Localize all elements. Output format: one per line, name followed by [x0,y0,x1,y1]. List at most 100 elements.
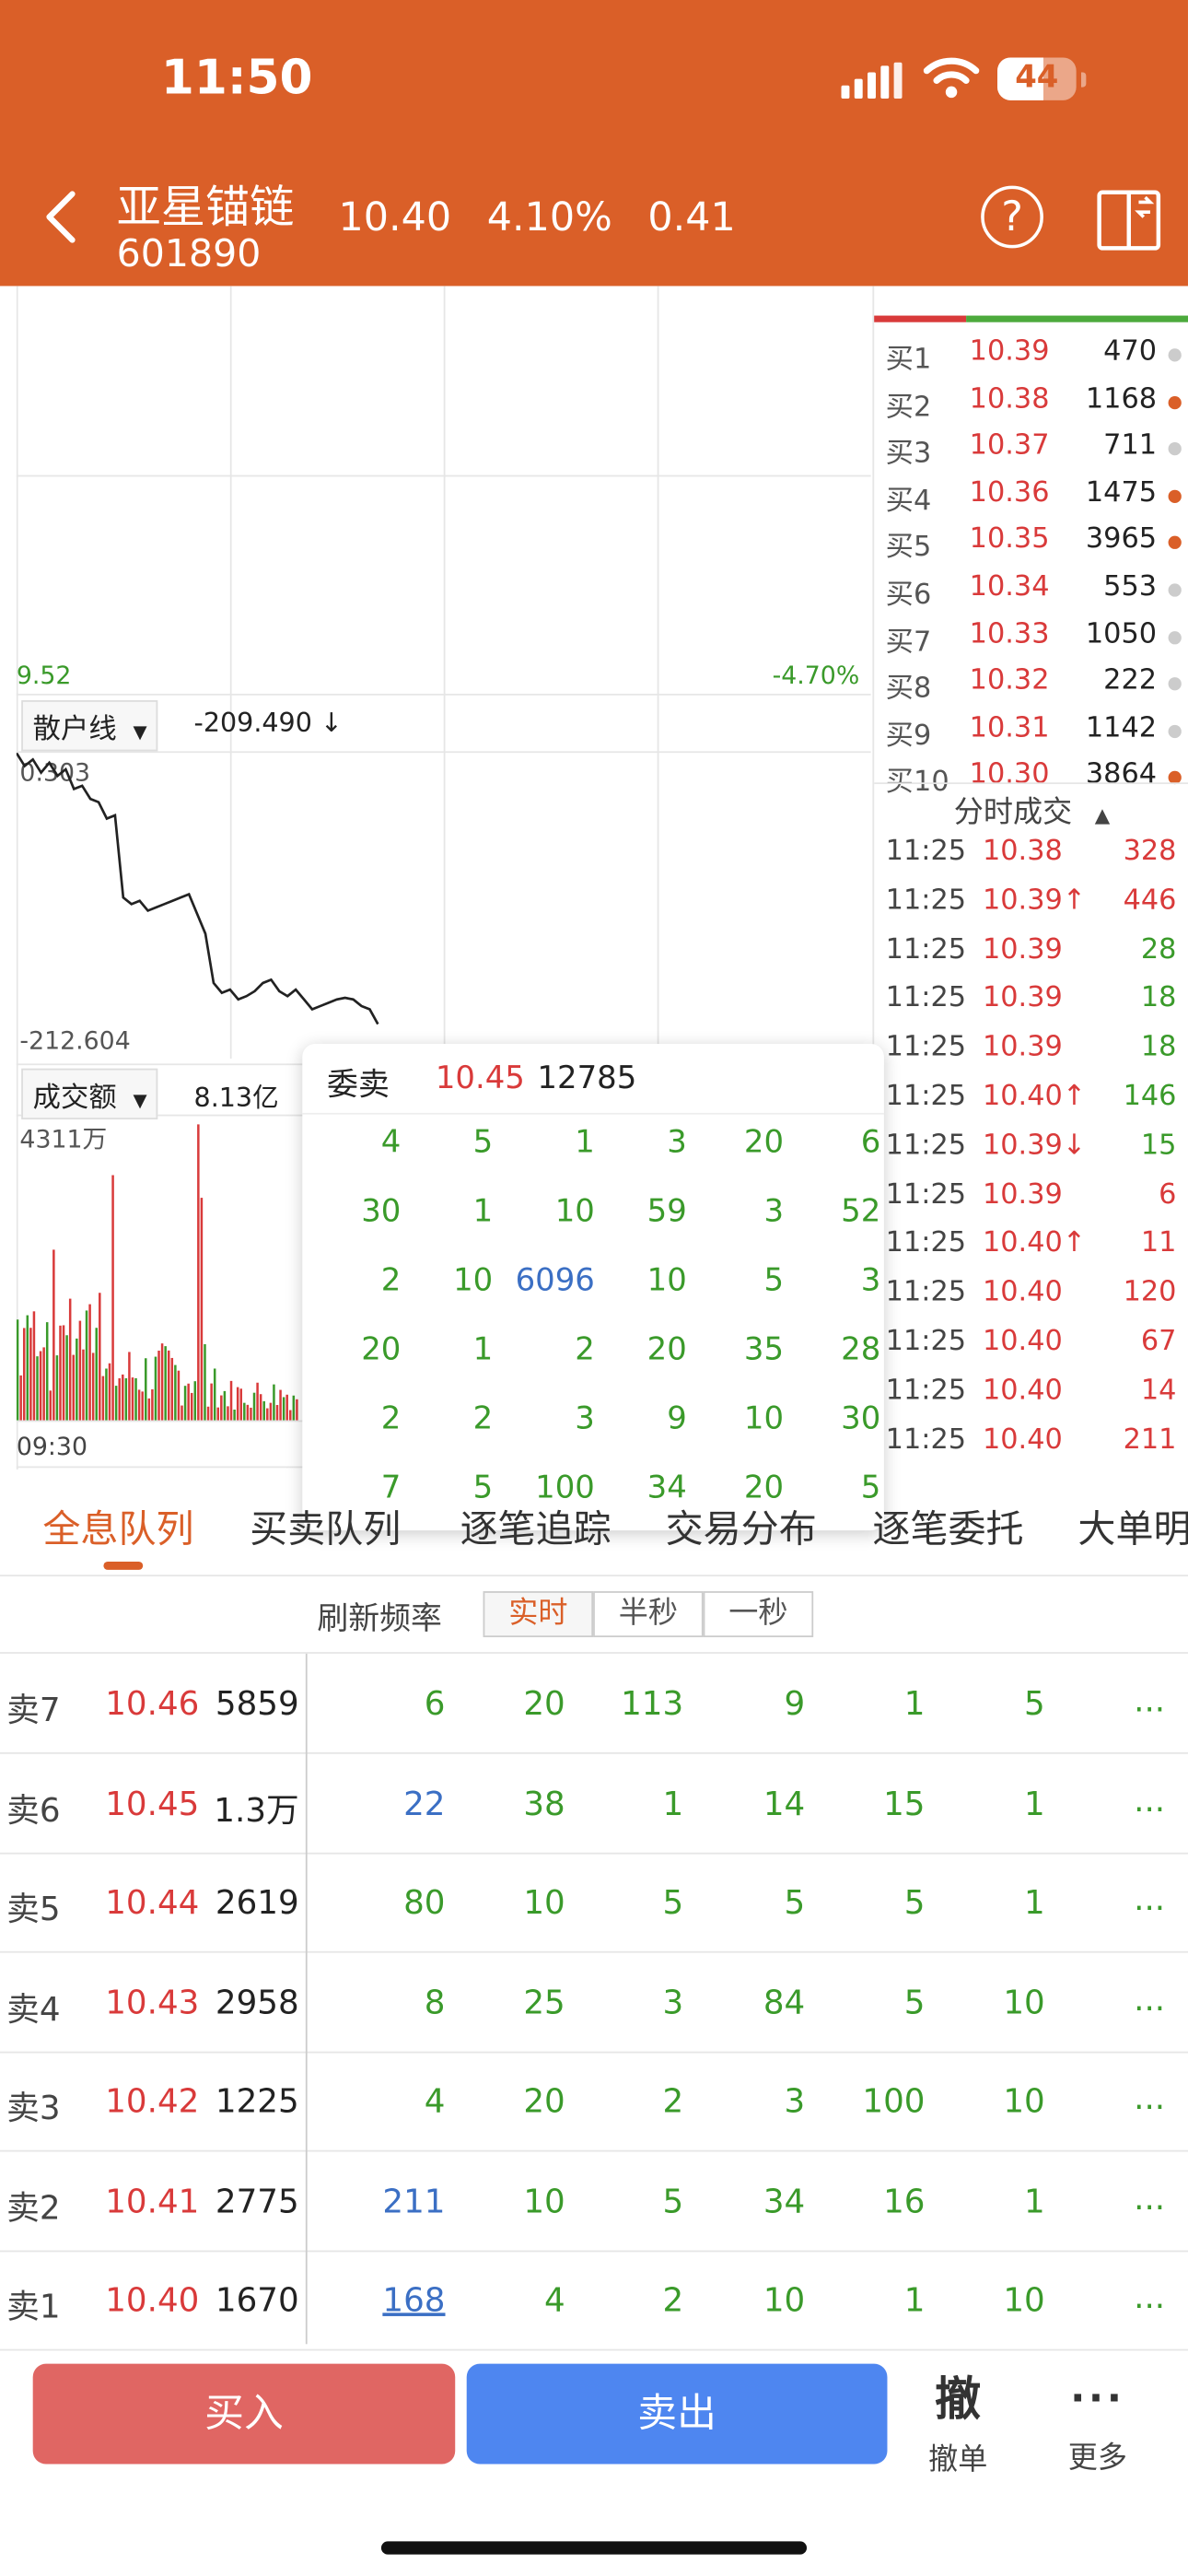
queue-more-icon[interactable]: ... [1134,2177,1165,2217]
tick-price: 10.39 [982,1031,1063,1064]
popup-queue-cell: 2 [380,1262,402,1299]
turnover-bar [246,1404,250,1421]
turnover-bar [68,1298,72,1421]
queue-row[interactable]: 卖5 10.44 2619 80 10 5 5 5 1... [0,1853,1188,1953]
tab-4[interactable]: 交易分布 [666,1497,817,1553]
bid-row[interactable]: 买1 10.39 470 [874,335,1188,381]
tick-time: 11:25 [885,1423,967,1457]
bid-label: 买1 [885,343,932,377]
tab-6[interactable]: 大单明细 [1077,1497,1188,1553]
help-icon[interactable]: ? [981,185,1043,249]
bid-label: 买8 [885,673,932,706]
tab-2[interactable]: 买卖队列 [250,1497,401,1553]
popup-queue-cell: 20 [743,1124,785,1161]
queue-volume: 2958 [215,1981,299,2021]
bid-row[interactable]: 买4 10.36 1475 [874,476,1188,522]
refresh-option-one-second[interactable]: 一秒 [703,1591,814,1638]
bid-row[interactable]: 买5 10.35 3965 [874,523,1188,569]
battery-icon: 44 [997,57,1087,100]
indicator-1-name: 散户线 [32,713,117,747]
bid-row[interactable]: 买8 10.32 222 [874,664,1188,710]
tick-price: 10.39↑ [982,884,1087,918]
bid-price: 10.30 [969,758,1050,791]
queue-order-cell: 14 [763,1782,806,1822]
back-arrow-icon[interactable] [36,184,86,250]
refresh-option-half-second[interactable]: 半秒 [593,1591,704,1638]
popup-queue-cell: 3 [575,1400,595,1437]
tick-row: 11:25 10.40 14 [874,1374,1188,1423]
cancel-icon: 撤 [935,2371,982,2427]
change-percent: 4.10% [486,193,612,240]
stock-name: 亚星锚链 [116,182,295,234]
indicator-1-line [16,753,379,1025]
turnover-bar [45,1322,49,1421]
bid-row[interactable]: 买3 10.37 711 [874,429,1188,475]
status-time: 11:50 [160,49,313,106]
tick-time: 11:25 [885,1325,967,1358]
chevron-down-icon: ▼ [133,721,147,744]
popup-volume: 12785 [537,1060,637,1097]
buy-button[interactable]: 买入 [32,2363,456,2465]
tick-volume: 67 [1140,1325,1177,1358]
turnover-bar [200,1198,204,1421]
sell-queue-popup[interactable]: 委卖 10.45 12785 4 5 1 3 20 6 30 1 10 59 3 52 2 10 6096 1… [302,1043,884,1531]
tab-5[interactable]: 逐笔委托 [872,1497,1023,1553]
turnover-bar [42,1347,45,1421]
tab-3[interactable]: 逐笔追踪 [460,1497,611,1553]
tick-price: 10.40 [982,1275,1063,1309]
queue-more-icon[interactable]: ... [1134,1680,1165,1719]
bid-row[interactable]: 买2 10.38 1168 [874,382,1188,428]
turnover-bar [279,1389,282,1421]
layout-switch-icon[interactable] [1096,186,1161,252]
queue-row[interactable]: 卖1 10.40 1670 168 4 2 10 1 10... [0,2251,1188,2351]
status-dot-icon [1168,677,1182,691]
tick-price: 10.40 [982,1325,1063,1358]
queue-row[interactable]: 卖3 10.42 1225 4 20 2 3 100 10... [0,2052,1188,2152]
popup-queue-cell: 28 [841,1331,881,1368]
bid-row[interactable]: 买9 10.31 1142 [874,711,1188,757]
turnover-bar [160,1343,164,1421]
bid-row[interactable]: 买7 10.33 1050 [874,617,1188,663]
queue-more-icon[interactable]: ... [1134,1879,1165,1918]
queue-row[interactable]: 卖4 10.43 2958 8 25 3 84 5 10... [0,1952,1188,2053]
ticks-title[interactable]: 分时成交 ▲ [874,789,1188,831]
indicator-select-2[interactable]: 成交额 ▼ [21,1068,159,1120]
more-label: 更多 [1067,2441,1127,2476]
tab-1[interactable]: 全息队列 [42,1497,193,1553]
refresh-option-realtime[interactable]: 实时 [483,1591,594,1638]
queue-order-cell: 211 [382,2180,446,2220]
queue-volume: 1225 [215,2080,299,2121]
queue-order-cell: 4 [544,2279,565,2320]
cancel-order-button[interactable]: 撤 撤单 [912,2364,1004,2479]
popup-queue-cell: 10 [453,1262,494,1299]
queue-order-cell: 2 [662,2279,684,2320]
popup-header: 委卖 10.45 12785 [302,1044,884,1115]
turnover-bar [282,1397,285,1421]
tick-time: 11:25 [885,1177,967,1212]
turnover-bar [32,1311,36,1421]
queue-order-cell: 3 [662,1981,684,2021]
header-bar: 11:50 44 亚星锚链 601890 10.40 4.10% 0.41 ? [0,0,1188,287]
queue-more-icon[interactable]: ... [1134,2277,1165,2316]
queue-row[interactable]: 卖7 10.46 5859 6 20 113 9 1 5... [0,1654,1188,1754]
tick-volume: 446 [1123,884,1177,918]
turnover-bar [197,1124,200,1421]
queue-order-cell: 6 [424,1683,446,1723]
queue-more-icon[interactable]: ... [1134,1779,1165,1819]
more-button[interactable]: ··· 更多 [1052,2375,1144,2477]
queue-more-icon[interactable]: ... [1134,2078,1165,2117]
queue-level-label: 卖6 [6,1789,61,1829]
refresh-label: 刷新频率 [317,1600,442,1638]
bid-price: 10.36 [969,476,1050,509]
bid-row[interactable]: 买6 10.34 553 [874,570,1188,616]
queue-row[interactable]: 卖6 10.45 1.3万 22 38 1 14 15 1... [0,1753,1188,1854]
indicator-select-1[interactable]: 散户线 ▼ [21,700,159,752]
turnover-bar [88,1304,91,1421]
sell-button[interactable]: 卖出 [466,2363,888,2465]
queue-row[interactable]: 卖2 10.41 2775 211 10 5 34 16 1... [0,2151,1188,2252]
turnover-bar [118,1377,121,1421]
tick-volume: 6 [1159,1177,1177,1212]
queue-more-icon[interactable]: ... [1134,1978,1165,2018]
turnover-bar [239,1388,242,1421]
cancel-order-label: 撤单 [928,2442,988,2477]
